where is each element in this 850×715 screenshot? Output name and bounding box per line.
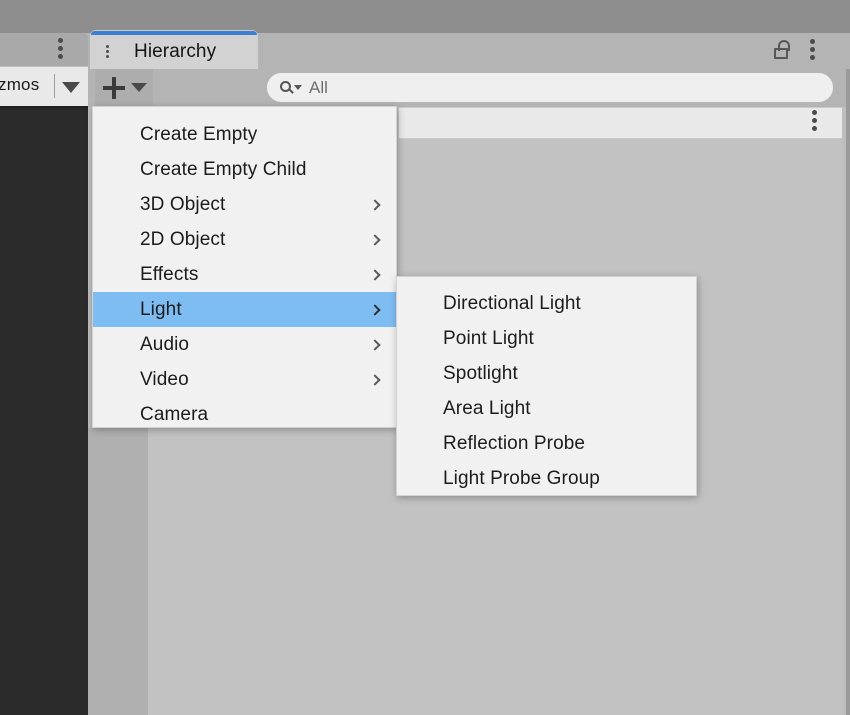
menu-item-label: 3D Object	[140, 193, 226, 215]
menu-item-light[interactable]: Light	[93, 292, 396, 327]
hierarchy-content-gutter	[88, 428, 148, 715]
menu-item-audio[interactable]: Audio	[93, 327, 396, 362]
menu-item-effects[interactable]: Effects	[93, 257, 396, 292]
plus-icon	[103, 77, 125, 99]
menu-item-video[interactable]: Video	[93, 362, 396, 397]
menu-item-create-empty[interactable]: Create Empty	[93, 117, 396, 152]
chevron-right-icon	[369, 303, 381, 316]
kebab-menu-icon	[812, 110, 818, 134]
menu-item-label: Effects	[140, 263, 199, 285]
menu-item-label: Audio	[140, 333, 190, 355]
kebab-menu-icon	[810, 39, 816, 63]
tab-hierarchy-label: Hierarchy	[134, 41, 217, 62]
submenu-item-label: Area Light	[443, 397, 531, 419]
hierarchy-list-icon	[106, 45, 124, 59]
menu-item-label: Create Empty Child	[140, 158, 307, 180]
inner-panel-header	[398, 107, 842, 139]
chevron-right-icon	[369, 233, 381, 246]
submenu-item-label: Directional Light	[443, 292, 581, 314]
panel-options-button[interactable]	[810, 39, 816, 63]
menu-item-label: Light	[140, 298, 182, 320]
submenu-item-label: Reflection Probe	[443, 432, 586, 454]
submenu-item-light-probe-group[interactable]: Light Probe Group	[397, 461, 696, 496]
submenu-item-label: Spotlight	[443, 362, 518, 384]
chevron-down-icon[interactable]	[62, 82, 80, 93]
chevron-right-icon	[369, 338, 381, 351]
menu-item-label: Camera	[140, 403, 209, 425]
submenu-item-spotlight[interactable]: Spotlight	[397, 356, 696, 391]
search-input[interactable]: All	[266, 72, 834, 103]
submenu-item-label: Light Probe Group	[443, 467, 600, 489]
menu-item-camera[interactable]: Camera	[93, 397, 396, 432]
create-context-menu[interactable]: Create Empty Create Empty Child 3D Object 2…	[92, 106, 397, 428]
scene-tab-menu-button[interactable]	[58, 38, 68, 60]
submenu-item-directional-light[interactable]: Directional Light	[397, 286, 696, 321]
submenu-item-area-light[interactable]: Area Light	[397, 391, 696, 426]
scene-view-tab[interactable]	[0, 33, 88, 69]
chevron-right-icon	[369, 373, 381, 386]
menu-item-3d-object[interactable]: 3D Object	[93, 187, 396, 222]
gizmos-dropdown-label[interactable]: zmos	[0, 75, 60, 95]
search-input-value: All	[309, 77, 328, 97]
light-submenu[interactable]: Directional Light Point Light Spotlight Are…	[396, 276, 697, 496]
tab-hierarchy-content[interactable]: Hierarchy	[90, 35, 258, 69]
window-right-edge	[846, 69, 850, 715]
search-icon[interactable]	[280, 80, 302, 96]
unlocked-padlock-icon[interactable]	[774, 40, 792, 60]
chevron-right-icon	[369, 198, 381, 211]
chevron-right-icon	[369, 268, 381, 281]
menu-item-label: 2D Object	[140, 228, 226, 250]
submenu-item-point-light[interactable]: Point Light	[397, 321, 696, 356]
submenu-item-reflection-probe[interactable]: Reflection Probe	[397, 426, 696, 461]
toolbar-divider	[54, 74, 55, 98]
scene-viewport[interactable]	[0, 106, 88, 715]
unity-editor-window: zmos Hierarchy All Create Empty Create E…	[0, 0, 850, 715]
application-top-bar	[0, 0, 850, 33]
kebab-menu-icon	[58, 38, 64, 62]
inner-panel-options-button[interactable]	[812, 110, 818, 134]
menu-item-label: Create Empty	[140, 123, 258, 145]
submenu-item-label: Point Light	[443, 327, 534, 349]
menu-item-2d-object[interactable]: 2D Object	[93, 222, 396, 257]
chevron-down-icon[interactable]	[131, 83, 147, 92]
menu-item-label: Video	[140, 368, 189, 390]
menu-item-create-empty-child[interactable]: Create Empty Child	[93, 152, 396, 187]
